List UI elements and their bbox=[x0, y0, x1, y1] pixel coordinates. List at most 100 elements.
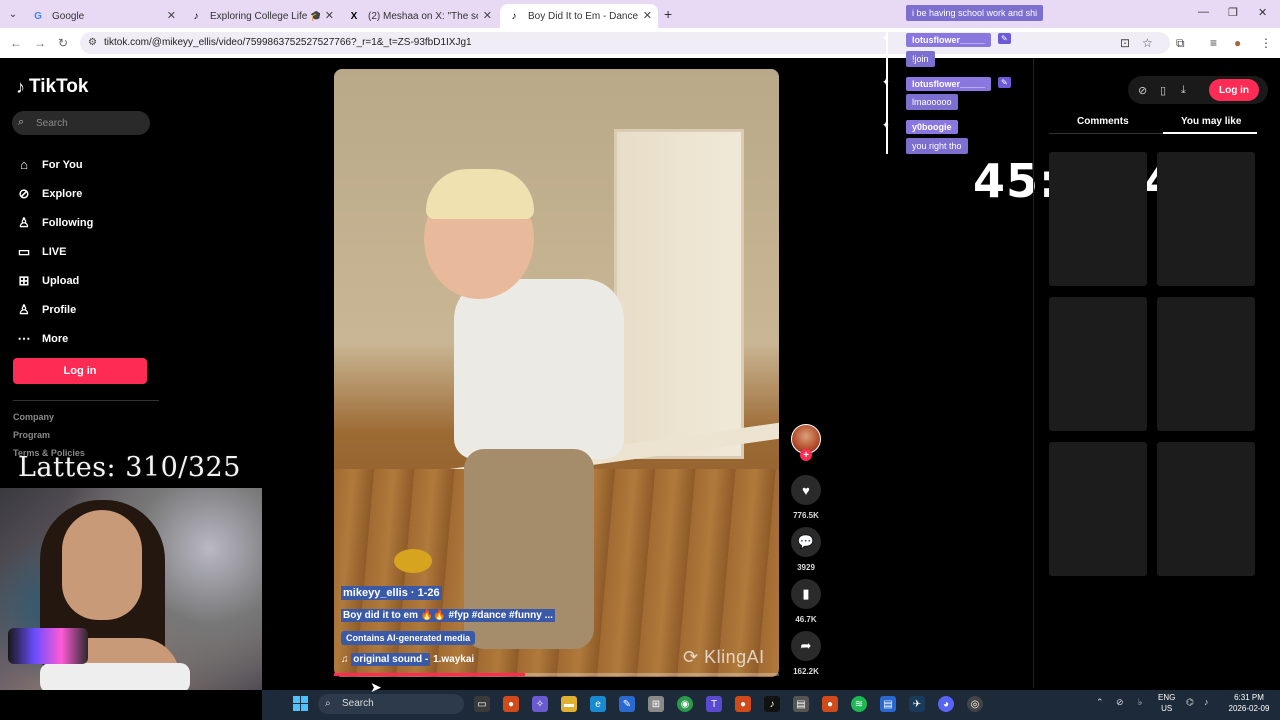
sidebar-item-live[interactable]: ▭ LIVE bbox=[16, 237, 93, 266]
new-tab-icon[interactable]: + bbox=[664, 6, 672, 22]
tray-app-icon[interactable]: ⊘ bbox=[1116, 697, 1124, 708]
login-button[interactable]: Log in bbox=[13, 358, 147, 384]
chrome-icon[interactable]: ◉ bbox=[677, 696, 693, 712]
edge-icon[interactable]: e bbox=[590, 696, 606, 712]
tab-label: Exploring College Life 🎓 | TikT bbox=[210, 10, 320, 22]
bookmark-star-icon[interactable]: ☆ bbox=[1142, 36, 1153, 50]
system-clock[interactable]: 6:31 PM 2026-02-09 bbox=[1224, 692, 1274, 714]
notepad-icon[interactable]: ▤ bbox=[880, 696, 896, 712]
reading-list-icon[interactable]: ≡ bbox=[1210, 36, 1217, 50]
follow-plus-icon[interactable]: + bbox=[800, 449, 812, 461]
file-explorer-icon[interactable]: ▬ bbox=[561, 696, 577, 712]
tab-label: (2) Meshaa on X: "The sound he bbox=[368, 10, 478, 22]
comment-icon: 💬 bbox=[797, 534, 815, 549]
close-window-icon[interactable]: ✕ bbox=[1258, 6, 1267, 19]
recommended-video[interactable] bbox=[1157, 442, 1255, 576]
recommended-video[interactable] bbox=[1157, 297, 1255, 431]
save-button[interactable]: ▮ bbox=[791, 579, 821, 609]
search-box[interactable]: ⌕ bbox=[12, 111, 150, 135]
close-icon[interactable]: ✕ bbox=[643, 9, 652, 22]
sidebar-item-more[interactable]: ⋯ More bbox=[16, 324, 93, 353]
copilot-icon[interactable]: ✧ bbox=[532, 696, 548, 712]
discord-icon[interactable]: ◕ bbox=[938, 696, 954, 712]
sidebar-item-label: Following bbox=[42, 216, 94, 229]
sidebar-item-for-you[interactable]: ⌂ For You bbox=[16, 150, 93, 179]
windows-start-icon[interactable] bbox=[293, 696, 309, 712]
sound-author: 1.waykai bbox=[433, 654, 475, 665]
store-icon[interactable]: ⊞ bbox=[648, 696, 664, 712]
recommended-video[interactable] bbox=[1049, 442, 1147, 576]
install-app-icon[interactable]: ⊡ bbox=[1120, 36, 1130, 50]
extensions-icon[interactable]: ⧉ bbox=[1176, 36, 1185, 51]
chat-username: lotusflower_____ bbox=[906, 33, 992, 47]
home-icon: ⌂ bbox=[20, 157, 28, 172]
screen: ⌄ G Google ✕ ♪ Exploring College Life 🎓 … bbox=[0, 0, 1280, 720]
tab-search-icon[interactable]: ⌄ bbox=[6, 7, 20, 21]
app-icon[interactable]: ● bbox=[735, 696, 751, 712]
task-view-icon[interactable]: ▭ bbox=[474, 696, 490, 712]
sidebar-item-upload[interactable]: ⊞ Upload bbox=[16, 266, 93, 295]
microphone-icon[interactable]: ♭ bbox=[1138, 697, 1142, 708]
profile-avatar-icon[interactable]: ● bbox=[1234, 36, 1241, 50]
app-icon[interactable]: ✈ bbox=[909, 696, 925, 712]
tray-chevron-icon[interactable]: ⌃ bbox=[1096, 697, 1104, 708]
app-icon[interactable]: ✎ bbox=[619, 696, 635, 712]
tab-you-may-like[interactable]: You may like bbox=[1181, 116, 1241, 127]
share-icon: ➦ bbox=[800, 638, 812, 653]
recommended-video[interactable] bbox=[1157, 152, 1255, 286]
forward-icon[interactable]: → bbox=[34, 36, 46, 50]
tab-boy-did-it[interactable]: ♪ Boy Did It to Em - Dance Challe ✕ bbox=[500, 4, 658, 28]
tiktok-logo[interactable]: ♪ TikTok bbox=[16, 76, 88, 98]
wifi-icon[interactable]: ⌬ bbox=[1186, 697, 1194, 708]
tiktok-icon: ♪ bbox=[511, 10, 517, 22]
teams-icon[interactable]: T bbox=[706, 696, 722, 712]
taskbar-search-label: Search bbox=[342, 698, 374, 709]
site-info-icon[interactable]: ⚙ bbox=[88, 37, 97, 48]
tab-exploring-college-life[interactable]: ♪ Exploring College Life 🎓 | TikT ✕ bbox=[182, 4, 340, 28]
close-icon[interactable]: ✕ bbox=[167, 9, 176, 22]
volume-icon[interactable]: ♪ bbox=[1204, 697, 1209, 707]
obs-icon[interactable]: ◎ bbox=[967, 696, 983, 712]
video-sound[interactable]: ♫ original sound - 1.waykai bbox=[341, 653, 475, 666]
tab-comments[interactable]: Comments bbox=[1077, 116, 1129, 127]
footer-link-program[interactable]: Program bbox=[13, 430, 85, 448]
video-username[interactable]: mikeyy_ellis · 1-26 bbox=[341, 586, 442, 600]
language-indicator[interactable]: ENG US bbox=[1158, 692, 1175, 714]
tab-meshaa-x[interactable]: X (2) Meshaa on X: "The sound he ✕ bbox=[340, 4, 498, 28]
spotify-icon[interactable]: ≋ bbox=[851, 696, 867, 712]
reload-icon[interactable]: ↻ bbox=[58, 36, 68, 50]
app-icon[interactable]: ● bbox=[503, 696, 519, 712]
taskbar-search[interactable]: ⌕ Search bbox=[318, 694, 464, 714]
tab-google[interactable]: G Google ✕ bbox=[24, 4, 182, 28]
minimize-icon[interactable]: — bbox=[1198, 6, 1209, 18]
like-button[interactable]: ♥ bbox=[791, 475, 821, 505]
video-progress-bar[interactable] bbox=[334, 673, 779, 676]
close-icon[interactable]: ✕ bbox=[483, 9, 492, 22]
recommended-video[interactable] bbox=[1049, 297, 1147, 431]
chat-message: lmaooooo bbox=[906, 94, 958, 110]
app-icon[interactable]: ▤ bbox=[793, 696, 809, 712]
tiktok-icon[interactable]: ♪ bbox=[764, 696, 780, 712]
search-input[interactable] bbox=[36, 115, 146, 131]
sound-title: original sound - bbox=[351, 653, 431, 666]
recommended-video[interactable] bbox=[1049, 152, 1147, 286]
share-button[interactable]: ➦ bbox=[791, 631, 821, 661]
address-bar-row: ← → ↻ ⚙ tiktok.com/@mikeyy_ellis/video/7… bbox=[0, 28, 1280, 58]
download-icon[interactable]: ⤓ bbox=[1181, 84, 1186, 97]
tiktok-note-icon: ♪ bbox=[16, 76, 25, 97]
restore-icon[interactable]: ❐ bbox=[1228, 6, 1238, 19]
menu-icon[interactable]: ⋮ bbox=[1260, 36, 1272, 50]
back-icon[interactable]: ← bbox=[10, 36, 22, 50]
sidebar-item-profile[interactable]: ♙ Profile bbox=[16, 295, 93, 324]
sidebar-item-explore[interactable]: ⊘ Explore bbox=[16, 179, 93, 208]
footer-link-company[interactable]: Company bbox=[13, 412, 85, 430]
sidebar-item-label: Explore bbox=[42, 187, 83, 200]
header-login-button[interactable]: Log in bbox=[1209, 79, 1259, 101]
close-icon[interactable]: ✕ bbox=[325, 9, 334, 22]
phone-icon[interactable]: ▯ bbox=[1160, 84, 1166, 97]
sidebar-item-following[interactable]: ♙ Following bbox=[16, 208, 93, 237]
comment-button[interactable]: 💬 bbox=[791, 527, 821, 557]
chat-username: lotusflower_____ bbox=[906, 77, 992, 91]
compass-icon[interactable]: ⊘ bbox=[1138, 84, 1147, 97]
app-icon[interactable]: ● bbox=[822, 696, 838, 712]
